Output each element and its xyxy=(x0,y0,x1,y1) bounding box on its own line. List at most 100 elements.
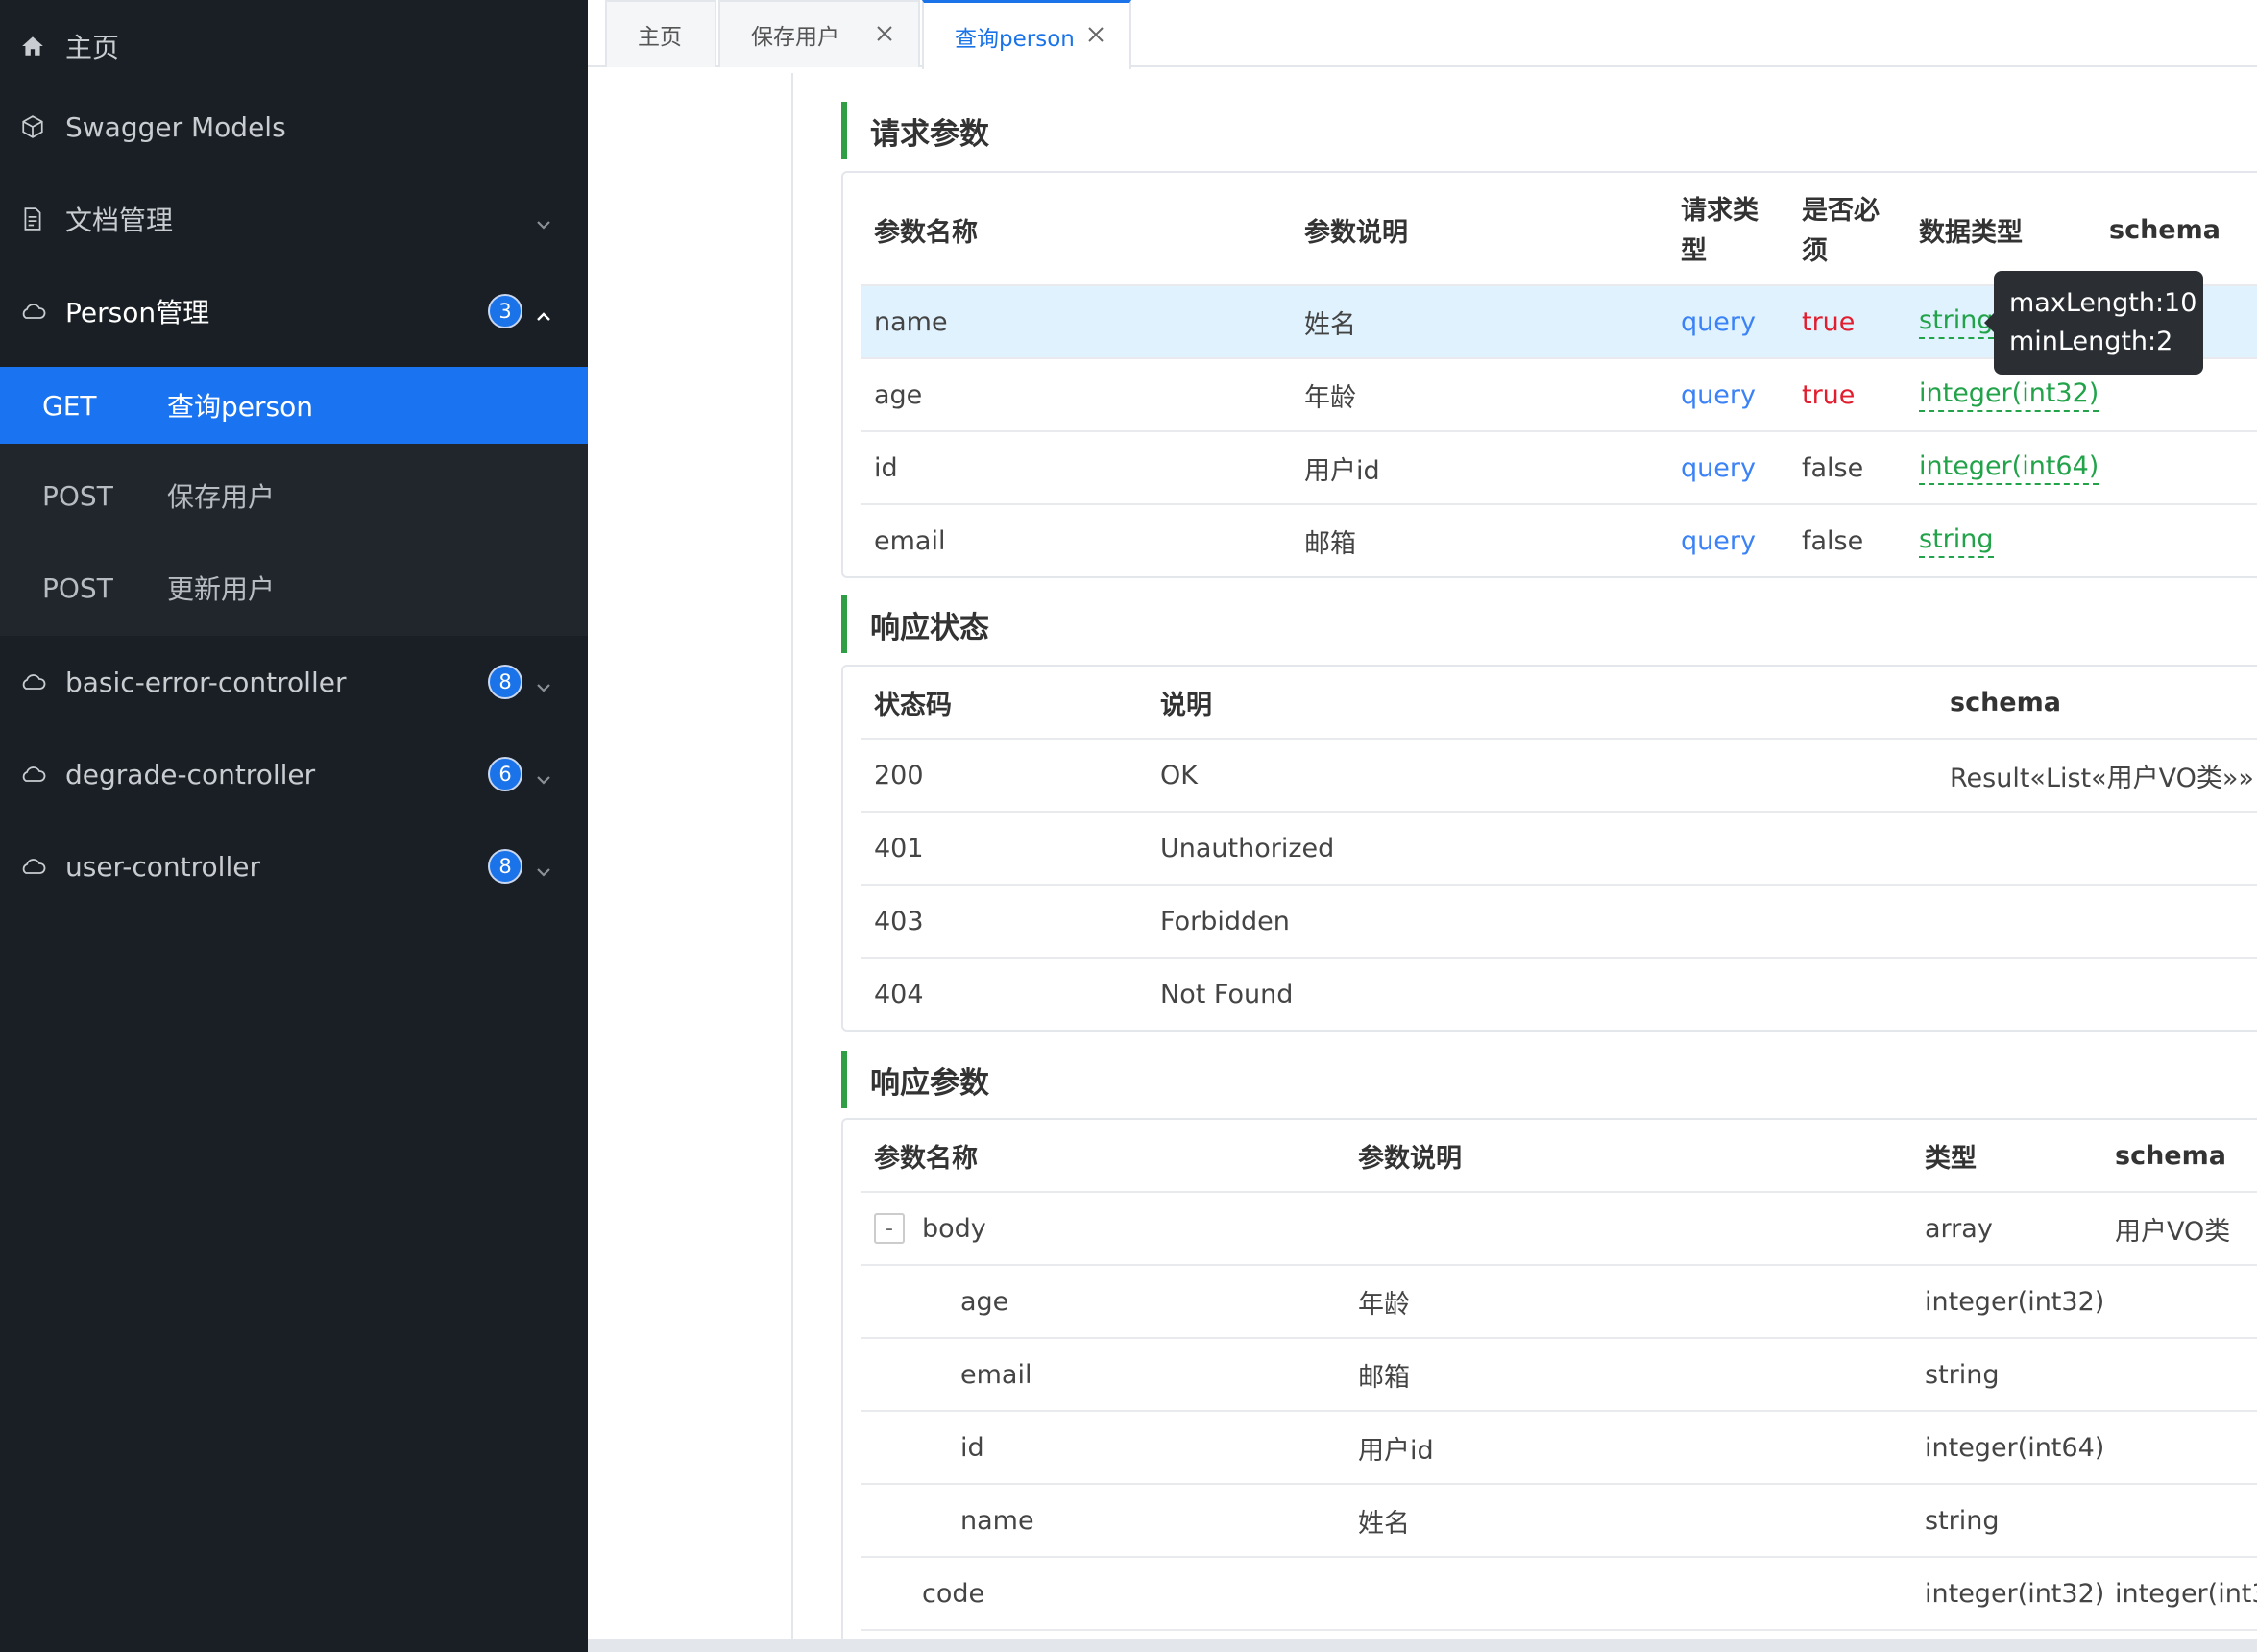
status-code: 401 xyxy=(874,833,924,863)
sidebar-item-person[interactable]: Person管理 3 xyxy=(0,265,588,357)
table-row[interactable]: 404 Not Found xyxy=(861,959,2257,1032)
tab-label: 保存用户 xyxy=(751,25,839,50)
type-link[interactable]: string xyxy=(1919,523,1994,558)
table-row[interactable]: email 邮箱 query false string xyxy=(861,505,2257,578)
chevron-down-icon[interactable] xyxy=(534,672,553,692)
param-desc: 姓名 xyxy=(1358,1508,1410,1539)
param-in: query xyxy=(1681,452,1756,483)
param-type[interactable]: string xyxy=(1919,286,1994,357)
request-params-table: 参数名称 参数说明 请求类 型 是否必 须 数据类型 schema name 姓… xyxy=(841,171,2257,578)
table-row[interactable]: id 用户id integer(int64) xyxy=(861,1412,2257,1485)
sidebar-item-degrade-controller[interactable]: degrade-controller 6 xyxy=(0,728,588,820)
param-name: email xyxy=(960,1359,1032,1390)
param-type: string xyxy=(1925,1505,2000,1536)
close-icon[interactable] xyxy=(874,23,895,44)
table-row[interactable]: - body array 用户VO类 xyxy=(861,1193,2257,1266)
chevron-up-icon[interactable] xyxy=(534,302,553,321)
submenu-item-update-user[interactable]: POST 更新用户 xyxy=(0,549,588,626)
divider xyxy=(791,73,793,1648)
tab-home[interactable]: 主页 xyxy=(605,0,716,67)
horizontal-scrollbar[interactable] xyxy=(588,1639,2257,1652)
sidebar-item-home[interactable]: 主页 xyxy=(0,0,588,92)
header-cell: 参数说明 xyxy=(1358,1143,1462,1174)
param-name: id xyxy=(874,452,898,483)
table-row[interactable]: code integer(int32) integer(int32) xyxy=(861,1558,2257,1631)
status-desc: Forbidden xyxy=(1160,906,1290,936)
table-row[interactable]: 403 Forbidden xyxy=(861,886,2257,959)
cloud-icon xyxy=(17,667,48,697)
section-title-response: 响应参数 xyxy=(841,1051,989,1108)
sidebar: 主页 Swagger Models 文档管理 Person管理 3 GET 查询… xyxy=(0,0,588,1652)
param-schema: 用户VO类 xyxy=(2115,1216,2231,1247)
count-badge: 8 xyxy=(488,665,522,699)
response-params-table: 参数名称 参数说明 类型 schema - body array 用户VO类 a… xyxy=(841,1118,2257,1652)
param-in: query xyxy=(1681,379,1756,410)
param-name: email xyxy=(874,525,946,556)
param-name: name xyxy=(874,306,948,337)
table-header: 参数名称 参数说明 类型 schema xyxy=(861,1120,2257,1193)
home-icon xyxy=(17,31,48,61)
header-cell: 参数说明 xyxy=(1304,217,1408,248)
submenu-item-query-person[interactable]: GET 查询person xyxy=(0,367,588,444)
cube-icon xyxy=(17,111,48,142)
tab-query-person[interactable]: 查询person xyxy=(922,0,1131,69)
param-desc: 邮箱 xyxy=(1304,528,1356,559)
header-cell: 数据类型 xyxy=(1919,217,2023,248)
sidebar-item-swagger-models[interactable]: Swagger Models xyxy=(0,81,588,173)
param-desc: 用户id xyxy=(1358,1435,1434,1466)
param-type[interactable]: integer(int64) xyxy=(1919,432,2099,503)
chevron-down-icon[interactable] xyxy=(534,765,553,785)
header-cell: 状态码 xyxy=(874,690,952,720)
table-row[interactable]: age 年龄 integer(int32) xyxy=(861,1266,2257,1339)
close-icon[interactable] xyxy=(1085,24,1106,45)
status-code: 403 xyxy=(874,906,924,936)
cloud-icon xyxy=(17,759,48,790)
submenu-item-save-user[interactable]: POST 保存用户 xyxy=(0,457,588,534)
header-cell: 型 xyxy=(1681,235,1707,266)
sidebar-item-label: 主页 xyxy=(65,32,120,63)
type-link[interactable]: integer(int32) xyxy=(1919,377,2099,412)
cloud-icon xyxy=(17,296,48,327)
param-type: string xyxy=(1925,1359,2000,1390)
tab-label: 查询person xyxy=(955,26,1075,52)
table-header: 参数名称 参数说明 请求类 型 是否必 须 数据类型 schema xyxy=(861,173,2257,286)
param-name: id xyxy=(960,1432,984,1463)
http-method: POST xyxy=(42,571,113,604)
table-header: 状态码 说明 schema xyxy=(861,667,2257,740)
submenu-item-label: 查询person xyxy=(167,391,313,423)
sidebar-item-label: 文档管理 xyxy=(65,205,174,236)
status-desc: OK xyxy=(1160,760,1198,790)
table-row[interactable]: 401 Unauthorized xyxy=(861,813,2257,886)
header-cell: schema xyxy=(1950,687,2061,717)
type-link[interactable]: string xyxy=(1919,304,1994,339)
tooltip-line: minLength:2 xyxy=(2009,327,2173,356)
sidebar-item-docs[interactable]: 文档管理 xyxy=(0,173,588,265)
header-cell: 请求类 xyxy=(1681,195,1759,226)
chevron-down-icon[interactable] xyxy=(534,857,553,877)
param-schema: integer(int32) xyxy=(2115,1578,2257,1609)
type-link[interactable]: integer(int64) xyxy=(1919,450,2099,485)
sidebar-item-basic-error-controller[interactable]: basic-error-controller 8 xyxy=(0,636,588,728)
param-name: name xyxy=(960,1505,1034,1536)
table-row[interactable]: id 用户id query false integer(int64) xyxy=(861,432,2257,505)
header-cell: schema xyxy=(2109,214,2221,245)
param-type: integer(int32) xyxy=(1925,1286,2105,1317)
chevron-down-icon[interactable] xyxy=(534,209,553,230)
param-type[interactable]: string xyxy=(1919,505,1994,576)
param-required: false xyxy=(1802,452,1864,483)
sidebar-item-user-controller[interactable]: user-controller 8 xyxy=(0,820,588,912)
header-cell: schema xyxy=(2115,1140,2226,1171)
param-required: false xyxy=(1802,525,1864,556)
table-row[interactable]: name 姓名 string xyxy=(861,1485,2257,1558)
collapse-toggle[interactable]: - xyxy=(874,1213,905,1244)
table-row[interactable]: email 邮箱 string xyxy=(861,1339,2257,1412)
document-icon xyxy=(17,204,48,234)
param-desc: 邮箱 xyxy=(1358,1362,1410,1393)
tab-save-user[interactable]: 保存用户 xyxy=(718,0,920,67)
header-cell: 参数名称 xyxy=(874,1143,978,1174)
status-desc: Not Found xyxy=(1160,979,1294,1009)
tab-label: 主页 xyxy=(638,25,682,50)
header-cell: 是否必 xyxy=(1802,195,1880,226)
table-row[interactable]: 200 OK Result«List«用户VO类»» xyxy=(861,740,2257,813)
section-title-status: 响应状态 xyxy=(841,595,989,653)
